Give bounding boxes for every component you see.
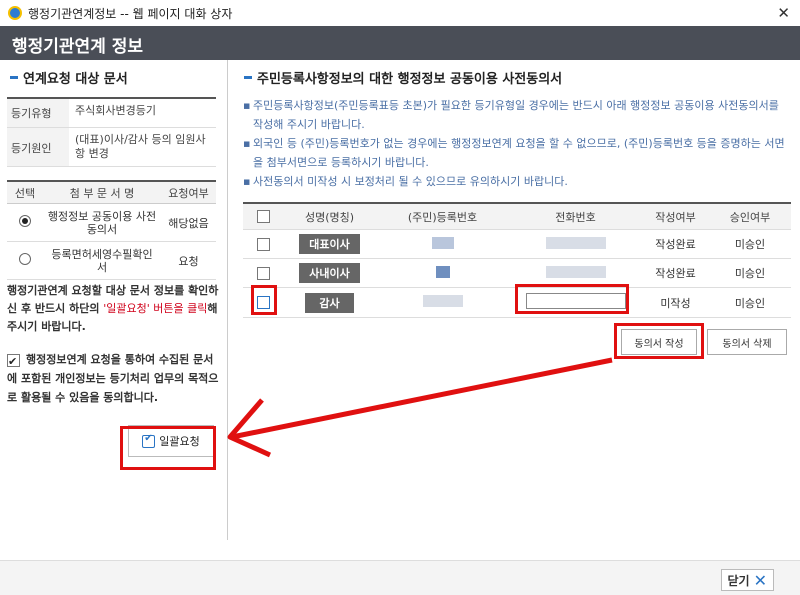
highlight-box (515, 284, 629, 314)
attachment-row[interactable]: 등록면허세영수필확인서 요청 (7, 242, 216, 280)
attachment-status: 요청 (178, 254, 199, 268)
attachment-radio[interactable] (19, 215, 31, 227)
masked-reg-no (435, 265, 450, 278)
col-required: 요청여부 (168, 186, 209, 200)
arrow-head (227, 398, 272, 458)
section-bullet-icon (244, 76, 252, 79)
right-section-title-text: 주민등록사항정보의 대한 행정정보 공동이용 사전동의서 (257, 72, 563, 87)
col-written: 작성여부 (655, 210, 696, 224)
close-button[interactable]: 닫기 ✕ (720, 569, 774, 591)
page-title: 행정기관연계 정보 (12, 37, 144, 57)
instruction-item: 주민등록사항정보(주민등록표등 초본)가 필요한 등기유형일 경우에는 반드시 … (243, 96, 791, 134)
instruction-item: 사전동의서 미작성 시 보정처리 될 수 있으므로 유의하시기 바랍니다. (243, 172, 791, 191)
bulk-request-notice: 행정기관연계 요청할 대상 문서 정보를 확인하신 후 반드시 하단의 '일괄요… (7, 282, 222, 336)
delete-consent-label: 동의서 삭제 (722, 338, 772, 350)
col-doc-name: 첨 부 문 서 명 (69, 186, 135, 200)
written-status: 작성완료 (655, 267, 696, 280)
section-bullet-icon (10, 76, 18, 79)
masked-phone (545, 236, 606, 249)
attachment-name: 등록면허세영수필확인서 (51, 247, 153, 274)
select-all-checkbox[interactable] (256, 210, 270, 224)
table-row[interactable]: 대표이사 작성완료 미승인 (243, 230, 791, 259)
grid-header: 성명(명칭) (주민)등록번호 전화번호 작성여부 승인여부 (243, 204, 791, 230)
left-section-title-text: 연계요청 대상 문서 (23, 72, 128, 87)
highlight-box (120, 426, 216, 470)
info-row: 등기원인 (대표)이사/감사 등의 임원사항 변경 (7, 128, 216, 167)
info-value: 주식회사변경등기 (75, 104, 156, 117)
attachment-row[interactable]: 행정정보 공동이용 사전동의서 해당없음 (7, 204, 216, 242)
written-status: 미작성 (660, 296, 691, 310)
close-button-label: 닫기 (727, 573, 750, 588)
consent-block: 행정정보연계 요청을 통하여 수집된 문서에 포함된 개인정보는 등기처리 업무… (7, 350, 222, 407)
row-checkbox[interactable] (256, 237, 270, 251)
document-info-table: 등기유형 주식회사변경등기 등기원인 (대표)이사/감사 등의 임원사항 변경 (7, 97, 216, 167)
info-label: 등기유형 (7, 99, 69, 127)
left-section-title: 연계요청 대상 문서 (10, 68, 128, 87)
masked-phone (545, 265, 606, 278)
col-select: 선택 (14, 186, 36, 200)
col-approval: 승인여부 (729, 210, 771, 224)
page-header: 행정기관연계 정보 (0, 26, 800, 60)
masked-reg-no (431, 236, 454, 249)
delete-consent-button[interactable]: 동의서 삭제 (707, 329, 787, 355)
attachments-table: 선택 첨 부 문 서 명 요청여부 행정정보 공동이용 사전동의서 해당없음 등… (7, 180, 216, 280)
window-titlebar: 행정기관연계정보 -- 웹 페이지 대화 상자 ✕ (0, 0, 800, 26)
col-name: 성명(명칭) (304, 210, 355, 224)
info-row: 등기유형 주식회사변경등기 (7, 99, 216, 128)
approval-status: 미승인 (734, 238, 766, 251)
consent-text: 행정정보연계 요청을 통하여 수집된 문서에 포함된 개인정보는 등기처리 업무… (7, 353, 219, 404)
highlight-box (251, 285, 277, 315)
window-title: 행정기관연계정보 -- 웹 페이지 대화 상자 (28, 6, 233, 21)
browser-icon (8, 6, 22, 20)
consent-checkbox[interactable] (7, 352, 20, 371)
role-badge: 사내이사 (299, 263, 360, 283)
attachment-radio[interactable] (19, 253, 31, 265)
role-badge: 대표이사 (299, 234, 360, 254)
masked-reg-no (422, 295, 463, 307)
instructions-list: 주민등록사항정보(주민등록표등 초본)가 필요한 등기유형일 경우에는 반드시 … (243, 96, 791, 191)
highlight-box (614, 323, 704, 359)
role-badge: 감사 (305, 292, 354, 313)
arrow-shaft (231, 357, 613, 440)
attachment-name: 행정정보 공동이용 사전동의서 (47, 209, 157, 236)
close-icon: ✕ (753, 570, 767, 590)
footer: 닫기 ✕ (0, 560, 800, 595)
col-reg-no: (주민)등록번호 (407, 210, 478, 224)
window-close-icon[interactable]: ✕ (777, 4, 790, 22)
col-phone: 전화번호 (555, 210, 596, 224)
attachments-header: 선택 첨 부 문 서 명 요청여부 (7, 182, 216, 204)
approval-status: 미승인 (734, 296, 766, 310)
written-status: 작성완료 (655, 238, 696, 251)
info-label: 등기원인 (7, 128, 69, 166)
attachment-status: 해당없음 (168, 216, 209, 230)
approval-status: 미승인 (734, 267, 766, 280)
instruction-item: 외국인 등 (주민)등록번호가 없는 경우에는 행정정보연계 요청을 할 수 없… (243, 134, 791, 172)
right-section-title: 주민등록사항정보의 대한 행정정보 공동이용 사전동의서 (244, 68, 562, 87)
info-value: (대표)이사/감사 등의 임원사항 변경 (75, 133, 206, 160)
row-checkbox[interactable] (256, 266, 270, 280)
notice-highlight: '일괄요청' 버튼을 클릭 (103, 302, 208, 315)
left-panel: 연계요청 대상 문서 등기유형 주식회사변경등기 등기원인 (대표)이사/감사 … (0, 60, 228, 540)
